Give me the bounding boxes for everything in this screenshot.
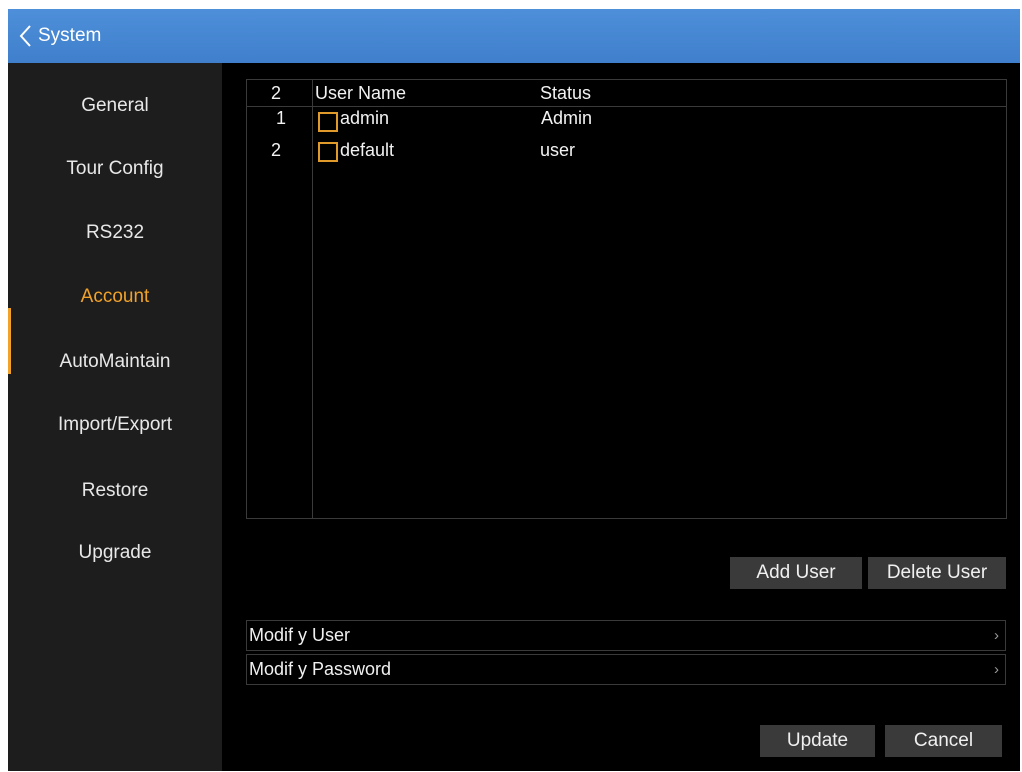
row-index: 1 (276, 108, 287, 128)
user-name[interactable]: default (340, 138, 394, 162)
user-checkbox[interactable] (318, 142, 338, 162)
sidebar-item-import-export[interactable]: Import/Export (8, 405, 222, 445)
sidebar-item-automaintain[interactable]: AutoMaintain (8, 342, 222, 382)
sidebar-item-general[interactable]: General (8, 86, 222, 126)
user-status: Admin (541, 108, 593, 128)
cancel-button[interactable]: Cancel (885, 725, 1002, 757)
user-count: 2 (271, 83, 282, 103)
sidebar-item-upgrade[interactable]: Upgrade (8, 533, 222, 573)
page-title: System (38, 25, 102, 46)
user-name[interactable]: admin (340, 106, 389, 130)
system-window: System General Tour Config RS232 Account… (8, 9, 1020, 771)
chevron-right-icon: › (994, 661, 999, 678)
user-checkbox[interactable] (318, 112, 338, 132)
update-button[interactable]: Update (760, 725, 875, 757)
sidebar-item-restore[interactable]: Restore (8, 471, 222, 511)
sidebar-item-rs232[interactable]: RS232 (8, 213, 222, 253)
modify-user-row[interactable]: Modif y User › (246, 620, 1006, 651)
add-user-button[interactable]: Add User (730, 557, 862, 589)
column-divider (312, 80, 313, 518)
user-table: 2 User Name Status 1 admin Admin 2 defau… (246, 79, 1007, 519)
user-status: user (540, 140, 576, 160)
modify-password-label: Modif y Password (249, 659, 392, 679)
column-header-user-name[interactable]: User Name (315, 81, 406, 105)
sidebar: General Tour Config RS232 Account AutoMa… (8, 63, 222, 771)
title-bar: System (8, 9, 1020, 63)
sidebar-item-account[interactable]: Account (8, 277, 222, 317)
back-button[interactable]: System (8, 24, 101, 48)
sidebar-item-tour-config[interactable]: Tour Config (8, 149, 222, 189)
delete-user-button[interactable]: Delete User (868, 557, 1006, 589)
chevron-left-icon (19, 25, 31, 47)
modify-user-label: Modif y User (249, 625, 351, 645)
row-index: 2 (271, 140, 282, 160)
column-header-status[interactable]: Status (540, 81, 591, 105)
chevron-right-icon: › (994, 627, 999, 644)
modify-password-row[interactable]: Modif y Password › (246, 654, 1006, 685)
